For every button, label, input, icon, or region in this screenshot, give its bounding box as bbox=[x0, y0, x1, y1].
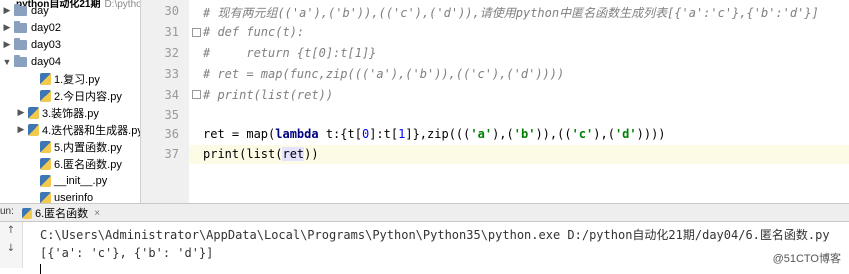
line-number: 37 bbox=[164, 147, 179, 161]
code-token: ret = map( bbox=[203, 127, 276, 141]
line-gutter: 30 31 32 33 34 35 36 37 bbox=[141, 0, 189, 203]
console-cursor bbox=[40, 264, 41, 274]
tree-file[interactable]: 5.内置函数.py bbox=[28, 138, 122, 155]
run-console[interactable]: ↑ ↓ C:\Users\Administrator\AppData\Local… bbox=[0, 222, 849, 274]
code-line-30[interactable]: # 现有两元组(('a'),('b')),(('c'),('d')),请使用py… bbox=[203, 4, 819, 21]
code-string: 'b' bbox=[513, 127, 536, 141]
python-file-icon bbox=[40, 174, 51, 187]
code-token: )),(( bbox=[535, 127, 572, 141]
tree-folder[interactable]: ▼ day04 bbox=[2, 53, 61, 70]
code-editor[interactable]: # 现有两元组(('a'),('b')),(('c'),('d')),请使用py… bbox=[189, 0, 849, 203]
code-string: 'c' bbox=[571, 127, 594, 141]
tree-item-label: 4.迭代器和生成器.py bbox=[42, 124, 141, 137]
line-number: 31 bbox=[164, 25, 179, 39]
folder-icon bbox=[14, 20, 27, 33]
expand-down-icon[interactable]: ▼ bbox=[2, 57, 12, 67]
python-file-icon bbox=[22, 207, 32, 219]
python-file-icon bbox=[28, 123, 39, 136]
close-icon[interactable]: × bbox=[94, 208, 100, 219]
code-token: )))) bbox=[636, 127, 666, 141]
run-tab[interactable]: 6.匿名函数 × bbox=[20, 205, 100, 221]
line-number: 34 bbox=[164, 88, 179, 102]
code-token: ]},zip((( bbox=[405, 127, 471, 141]
tree-item-label: day02 bbox=[31, 21, 61, 34]
watermark: @51CTO博客 bbox=[772, 253, 841, 265]
console-command: C:\Users\Administrator\AppData\Local\Pro… bbox=[40, 228, 830, 242]
tree-item-label: 1.复习.py bbox=[54, 73, 100, 86]
tree-item-label: userinfo bbox=[54, 191, 94, 204]
line-number: 35 bbox=[164, 108, 179, 122]
code-line-32[interactable]: # return {t[0]:t[1]} bbox=[203, 46, 376, 60]
tree-item-label: 3.装饰器.py bbox=[42, 107, 99, 120]
tree-folder[interactable]: ▶ day bbox=[2, 2, 49, 19]
tree-item-label: 6.匿名函数.py bbox=[54, 158, 122, 171]
tree-file[interactable]: ▶ 3.装饰器.py bbox=[16, 104, 99, 121]
tree-item-label: 5.内置函数.py bbox=[54, 141, 122, 154]
line-number: 30 bbox=[164, 4, 179, 18]
code-token: ),( bbox=[492, 127, 514, 141]
expand-right-icon[interactable]: ▶ bbox=[2, 5, 12, 16]
line-number: 33 bbox=[164, 67, 179, 81]
tree-file[interactable]: ▶ 4.迭代器和生成器.py bbox=[16, 121, 141, 138]
code-token: print(list( bbox=[203, 147, 283, 161]
code-string: 'd' bbox=[614, 127, 637, 141]
folder-icon bbox=[14, 54, 27, 67]
code-line-37[interactable]: print(list(ret)) bbox=[203, 147, 319, 161]
tree-item-label: 2.今日内容.py bbox=[54, 90, 122, 103]
code-line-31[interactable]: # def func(t): bbox=[203, 25, 304, 39]
tree-folder[interactable]: ▶ day02 bbox=[2, 19, 61, 36]
python-file-icon bbox=[40, 72, 51, 85]
code-token: )) bbox=[304, 147, 319, 161]
run-label: un: bbox=[0, 206, 14, 217]
python-file-icon bbox=[40, 89, 51, 102]
python-file-icon bbox=[40, 140, 51, 153]
folder-icon bbox=[14, 3, 27, 16]
line-number: 32 bbox=[164, 46, 179, 60]
python-file-icon bbox=[28, 106, 39, 119]
project-path: D:\python bbox=[104, 0, 140, 10]
python-file-icon bbox=[40, 157, 51, 170]
expand-right-icon[interactable]: ▶ bbox=[2, 22, 12, 33]
code-line-33[interactable]: # ret = map(func,zip((('a'),('b')),(('c'… bbox=[203, 67, 564, 81]
tree-folder[interactable]: ▶ day03 bbox=[2, 36, 61, 53]
tree-file[interactable]: __init__.py bbox=[28, 172, 107, 189]
tree-item-label: __init__.py bbox=[54, 174, 108, 187]
code-string: 'a' bbox=[470, 127, 493, 141]
console-output: [{'a': 'c'}, {'b': 'd'}] bbox=[40, 246, 214, 260]
line-number: 36 bbox=[164, 127, 179, 141]
fold-icon[interactable] bbox=[192, 28, 201, 37]
down-icon[interactable]: ↓ bbox=[6, 244, 16, 254]
expand-right-icon[interactable]: ▶ bbox=[16, 107, 26, 118]
run-toolbar: un: 6.匿名函数 × bbox=[0, 203, 849, 222]
code-line-36[interactable]: ret = map(lambda t:{t[0]:t[1]},zip((('a'… bbox=[203, 127, 666, 141]
rerun-icon[interactable]: ↑ bbox=[6, 226, 16, 236]
run-tab-label: 6.匿名函数 bbox=[35, 208, 89, 220]
tree-file[interactable]: 6.匿名函数.py bbox=[28, 155, 122, 172]
code-token: t:{t[ bbox=[318, 127, 362, 141]
code-highlighted-identifier: ret bbox=[282, 147, 305, 161]
code-line-34[interactable]: # print(list(ret)) bbox=[203, 88, 333, 102]
python-file-icon bbox=[40, 191, 51, 203]
tree-item-label: day04 bbox=[31, 55, 61, 68]
folder-icon bbox=[14, 37, 27, 50]
console-side-toolbar: ↑ ↓ bbox=[0, 222, 23, 268]
code-keyword: lambda bbox=[275, 127, 319, 141]
code-token: ),( bbox=[593, 127, 615, 141]
code-token: ]:t[ bbox=[369, 127, 399, 141]
expand-right-icon[interactable]: ▶ bbox=[2, 39, 12, 50]
fold-icon[interactable] bbox=[192, 90, 201, 99]
expand-right-icon[interactable]: ▶ bbox=[16, 124, 26, 135]
tree-item-label: day03 bbox=[31, 38, 61, 51]
tree-file[interactable]: 2.今日内容.py bbox=[28, 87, 122, 104]
project-panel: python自动化21期D:\python ▶day▶day02▶day03▼d… bbox=[0, 0, 141, 203]
tree-file[interactable]: userinfo bbox=[28, 189, 93, 203]
tree-file[interactable]: 1.复习.py bbox=[28, 70, 100, 87]
tree-item-label: day bbox=[31, 4, 49, 17]
